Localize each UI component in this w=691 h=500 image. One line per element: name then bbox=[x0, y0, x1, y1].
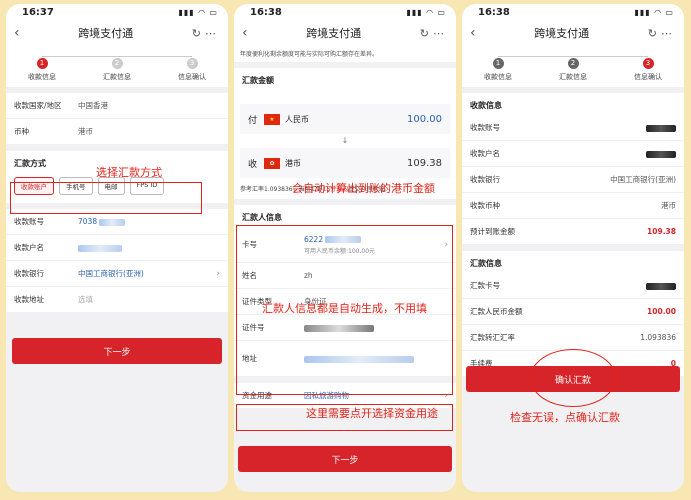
status-bar: 16:38 ▮▮▮ ◠ ▭ bbox=[462, 4, 684, 21]
page-title: 跨境支付通 bbox=[78, 27, 134, 40]
refresh-more-icons[interactable]: ↻⋯ bbox=[648, 27, 676, 40]
annotation-text: 检查无误，点确认汇款 bbox=[510, 411, 620, 424]
refresh-more-icons[interactable]: ↻⋯ bbox=[420, 27, 448, 40]
summary-row: 汇款人民币金额 100.00 bbox=[462, 299, 684, 325]
step-1: 1 收款信息 bbox=[484, 58, 512, 81]
step-3: 3 信息确认 bbox=[634, 58, 662, 81]
nav-bar: ‹ 跨境支付通 ↻⋯ bbox=[6, 21, 228, 45]
summary-row: 预计到账金额 109.38 bbox=[462, 219, 684, 245]
clock: 16:37 bbox=[22, 7, 54, 18]
summary-row: 收款银行 中国工商银行(亚洲) bbox=[462, 167, 684, 193]
phone-screen-remit-info: 16:38 ▮▮▮ ◠ ▭ ‹ 跨境支付通 ↻⋯ 年度便利化剩余额度可能与实际可… bbox=[234, 4, 456, 492]
pay-amount-input[interactable]: 100.00 bbox=[407, 114, 442, 125]
refresh-more-icons[interactable]: ↻⋯ bbox=[192, 27, 220, 40]
step-1: 1 收款信息 bbox=[28, 58, 56, 81]
masked-text bbox=[646, 150, 676, 158]
remit-title: 汇款信息 bbox=[470, 259, 502, 268]
clock: 16:38 bbox=[250, 7, 282, 18]
signal-wifi-battery-icon: ▮▮▮ ◠ ▭ bbox=[178, 8, 218, 17]
addr-row[interactable]: 收款地址 选填 bbox=[6, 287, 228, 313]
nav-bar: ‹ 跨境支付通 ↻⋯ bbox=[234, 21, 456, 45]
step-2: 2 汇款信息 bbox=[559, 58, 587, 81]
summary-row: 汇款卡号 bbox=[462, 273, 684, 299]
stepper: 1 收款信息 2 汇款信息 3 信息确认 bbox=[6, 45, 228, 87]
masked-text bbox=[99, 218, 126, 226]
masked-text bbox=[78, 244, 122, 252]
clock: 16:38 bbox=[478, 7, 510, 18]
arrow-down-icon: ↓ bbox=[341, 136, 349, 145]
country-row: 收款国家/地区 中国香港 bbox=[6, 93, 228, 119]
summary-row: 收款户名 bbox=[462, 141, 684, 167]
recv-title: 收款信息 bbox=[470, 101, 502, 110]
recv-summary-section: 收款信息 收款账号 收款户名 收款银行 中国工商银行(亚洲) 收款币种 港币 预计到… bbox=[462, 93, 684, 245]
phone-screen-confirm: 16:38 ▮▮▮ ◠ ▭ ‹ 跨境支付通 ↻⋯ 1 收款信息 2 汇款信息 3 信息… bbox=[462, 4, 684, 492]
bank-row[interactable]: 收款银行 中国工商银行(亚洲) › bbox=[6, 261, 228, 287]
chevron-left-icon[interactable]: ‹ bbox=[470, 25, 476, 41]
step-3: 3 信息确认 bbox=[178, 58, 206, 81]
pay-amount-box[interactable]: 付 ★ 人民币 100.00 bbox=[240, 104, 450, 134]
stepper: 1 收款信息 2 汇款信息 3 信息确认 bbox=[462, 45, 684, 87]
next-button[interactable]: 下一步 bbox=[238, 446, 452, 472]
annotation-text: 选择汇款方式 bbox=[96, 166, 162, 179]
annotation-text: 汇款人信息都是自动生成，不用填 bbox=[262, 302, 427, 315]
summary-row: 收款币种 港币 bbox=[462, 193, 684, 219]
annotation-text: 这里需要点开选择资金用途 bbox=[306, 407, 438, 420]
quota-notice: 年度便利化剩余额度可能与实际可购汇额存在差异。 bbox=[234, 45, 456, 62]
chevron-left-icon[interactable]: ‹ bbox=[242, 25, 248, 41]
hk-flag-icon: ✿ bbox=[264, 157, 280, 169]
masked-text bbox=[646, 124, 676, 132]
masked-text bbox=[646, 282, 676, 290]
payee-section: 收款账号 7038 收款户名 收款银行 中国工商银行(亚洲) › 收款地址 选填 bbox=[6, 209, 228, 313]
signal-wifi-battery-icon: ▮▮▮ ◠ ▭ bbox=[406, 8, 446, 17]
status-bar: 16:37 ▮▮▮ ◠ ▭ bbox=[6, 4, 228, 21]
country-section: 收款国家/地区 中国香港 币种 港币 bbox=[6, 93, 228, 145]
remitter-title: 汇款人信息 bbox=[242, 213, 282, 222]
recv-amount-box: 收 ✿ 港币 109.38 bbox=[240, 148, 450, 178]
summary-row: 汇款转汇汇率 1.093836 bbox=[462, 325, 684, 351]
nav-bar: ‹ 跨境支付通 ↻⋯ bbox=[462, 21, 684, 45]
step-2: 2 汇款信息 bbox=[103, 58, 131, 81]
highlight-ellipse bbox=[530, 349, 616, 407]
page-title: 跨境支付通 bbox=[534, 27, 590, 40]
cn-flag-icon: ★ bbox=[264, 113, 280, 125]
chevron-left-icon[interactable]: ‹ bbox=[14, 25, 20, 41]
payee-row[interactable]: 收款户名 bbox=[6, 235, 228, 261]
chevron-right-icon: › bbox=[216, 268, 220, 279]
highlight-box bbox=[10, 182, 202, 214]
status-bar: 16:38 ▮▮▮ ◠ ▭ bbox=[234, 4, 456, 21]
page-title: 跨境支付通 bbox=[306, 27, 362, 40]
signal-wifi-battery-icon: ▮▮▮ ◠ ▭ bbox=[634, 8, 674, 17]
phone-screen-receiver-info: 16:37 ▮▮▮ ◠ ▭ ‹ 跨境支付通 ↻⋯ 1 收款信息 2 汇款信息 3 信息… bbox=[6, 4, 228, 492]
annotation-text: 会自动计算出到账的港币金额 bbox=[292, 182, 435, 195]
next-button[interactable]: 下一步 bbox=[12, 338, 222, 364]
amount-title: 汇款金额 bbox=[242, 76, 274, 85]
currency-row: 币种 港币 bbox=[6, 119, 228, 145]
summary-row: 收款账号 bbox=[462, 115, 684, 141]
